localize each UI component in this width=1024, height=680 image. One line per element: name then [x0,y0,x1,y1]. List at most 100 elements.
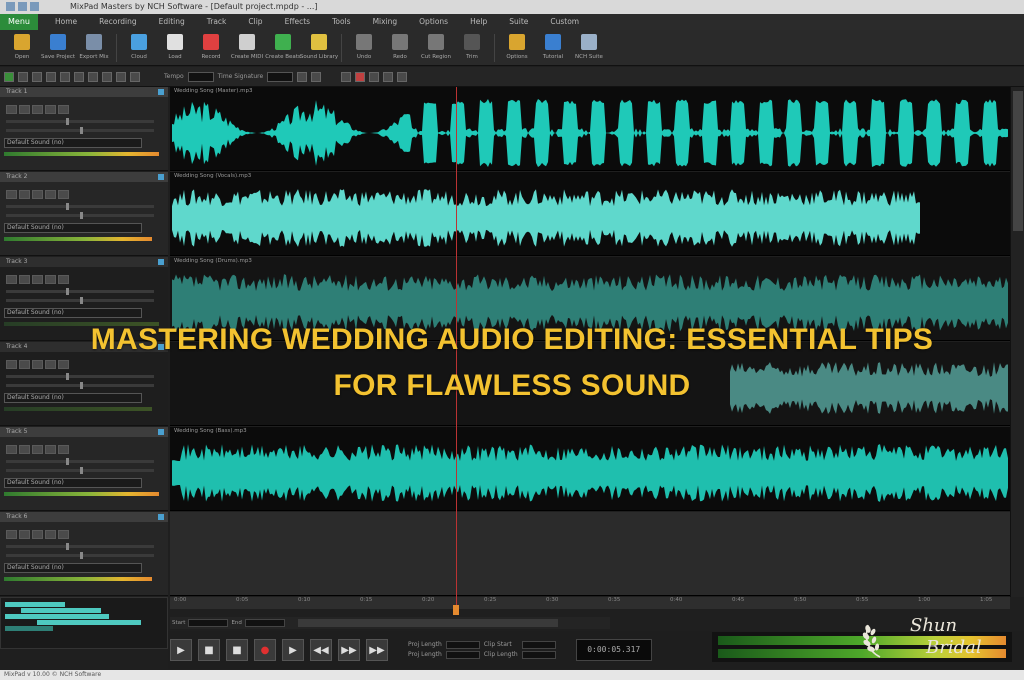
track-lane[interactable]: Wedding Song (Vocals).mp3 [170,172,1010,256]
track-options-button[interactable] [58,445,69,454]
menu-mixing[interactable]: Mixing [362,14,409,30]
mute-button[interactable] [6,530,17,539]
menu-track[interactable]: Track [196,14,238,30]
menu-editing[interactable]: Editing [148,14,196,30]
record-arm-button[interactable] [32,530,43,539]
record-button[interactable]: ● [254,639,276,661]
volume-slider-handle[interactable] [66,543,69,550]
effect-chain-field[interactable]: Default Sound (no) [4,478,142,488]
horizontal-scroll-track[interactable] [297,619,558,627]
solo-toggle[interactable] [130,71,140,82]
go-to-end-button[interactable]: ▶▶ [366,639,388,661]
play-button[interactable]: ▶ [170,639,192,661]
menu-help[interactable]: Help [459,14,498,30]
volume-slider-handle[interactable] [66,118,69,125]
delete-marker-button[interactable] [355,71,366,82]
split-toggle[interactable] [74,71,84,82]
menu-home[interactable]: Home [44,14,88,30]
pan-slider-handle[interactable] [80,212,83,219]
track-header[interactable]: Track 6 [0,512,168,522]
pan-slider-handle[interactable] [80,127,83,134]
main-menu-button[interactable]: Menu [0,14,38,30]
end-time-field[interactable] [244,619,285,627]
menu-suite[interactable]: Suite [498,14,539,30]
menu-effects[interactable]: Effects [274,14,322,30]
pan-slider-handle[interactable] [80,297,83,304]
volume-slider-handle[interactable] [66,288,69,295]
mute-button[interactable] [6,190,17,199]
tutorial-button[interactable]: Tutorial [535,30,571,66]
track-lane[interactable] [170,512,1010,596]
normalize-toggle[interactable] [102,71,112,82]
fast-forward-button[interactable]: ▶▶ [338,639,360,661]
menu-tools[interactable]: Tools [321,14,361,30]
volume-slider[interactable] [6,203,154,210]
region-button[interactable] [369,71,380,82]
play-from-start-button[interactable]: ▶ [282,639,304,661]
open-button[interactable]: Open [4,30,40,66]
mute-toggle[interactable] [116,71,126,82]
effects-button[interactable] [45,530,56,539]
mute-button[interactable] [6,445,17,454]
track-options-button[interactable] [58,275,69,284]
effect-chain-field[interactable]: Default Sound (no) [4,223,142,233]
effect-chain-field[interactable]: Default Sound (no) [4,308,142,318]
time-sig-up[interactable] [311,71,322,82]
grid-toggle[interactable] [18,71,28,82]
solo-button[interactable] [19,190,30,199]
start-time-field[interactable] [188,619,229,627]
record-arm-button[interactable] [32,190,43,199]
track-lane[interactable]: Wedding Song (Bass).mp3 [170,427,1010,511]
track-lane[interactable]: Wedding Song (Master).mp3 [170,87,1010,171]
horizontal-scroll-bar[interactable]: Start End [170,617,610,629]
pan-slider[interactable] [6,127,154,134]
time-sig-down[interactable] [297,71,308,82]
effects-button[interactable] [45,275,56,284]
project-overview[interactable] [0,597,168,649]
solo-button[interactable] [19,275,30,284]
volume-slider[interactable] [6,543,154,550]
track-header[interactable]: Track 5 [0,427,168,437]
tempo-input[interactable] [187,71,214,82]
save-project-button[interactable]: Save Project [40,30,76,66]
marker-button[interactable] [341,71,352,82]
sound-library-button[interactable]: Sound Library [300,30,338,66]
track-options-button[interactable] [58,105,69,114]
timeline-ruler[interactable]: 0:00 0:05 0:10 0:15 0:20 0:25 0:30 0:35 0:40 0:45… [170,597,1010,609]
volume-slider[interactable] [6,288,154,295]
pause-button[interactable]: ■ [226,639,248,661]
trim-button[interactable]: Trim [454,30,490,66]
track-options-button[interactable] [58,530,69,539]
view-button[interactable] [397,71,408,82]
redo-button[interactable]: Redo [382,30,418,66]
mute-button[interactable] [6,105,17,114]
track-header[interactable]: Track 2 [0,172,168,182]
volume-slider[interactable] [6,458,154,465]
track-options-button[interactable] [58,190,69,199]
pan-slider-handle[interactable] [80,467,83,474]
track-header[interactable]: Track 3 [0,257,168,267]
playhead-marker[interactable] [453,605,459,615]
pan-slider[interactable] [6,297,154,304]
metronome-toggle[interactable] [46,71,56,82]
solo-button[interactable] [19,105,30,114]
track-header[interactable]: Track 1 [0,87,168,97]
cut-region-button[interactable]: Cut Region [418,30,454,66]
options-button[interactable]: Options [499,30,535,66]
effects-button[interactable] [45,105,56,114]
fade-toggle[interactable] [88,71,98,82]
zoom-toggle[interactable] [60,71,70,82]
menu-options[interactable]: Options [408,14,459,30]
solo-button[interactable] [19,445,30,454]
create-midi-button[interactable]: Create MIDI [229,30,265,66]
menu-clip[interactable]: Clip [237,14,273,30]
volume-slider-handle[interactable] [66,203,69,210]
pan-slider[interactable] [6,212,154,219]
mute-button[interactable] [6,275,17,284]
time-signature-input[interactable] [267,71,294,82]
pan-slider[interactable] [6,467,154,474]
snap-toggle[interactable] [4,71,14,82]
record-arm-button[interactable] [32,105,43,114]
rewind-button[interactable]: ◀◀ [310,639,332,661]
pan-slider[interactable] [6,552,154,559]
